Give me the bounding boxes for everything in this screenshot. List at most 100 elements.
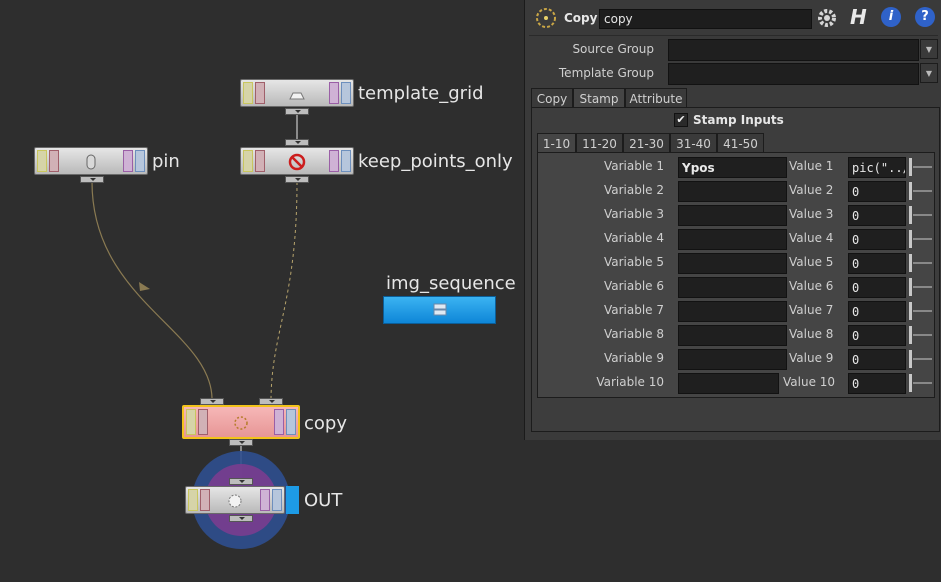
variable-label: Variable 6 [603,279,664,293]
variable-field[interactable] [678,349,787,370]
source-group-field[interactable] [668,39,919,61]
value-label: Value 5 [789,255,834,269]
value-field[interactable]: 0 [848,349,906,370]
value-slider[interactable] [908,325,932,345]
node-out[interactable] [185,486,285,514]
value-field[interactable]: 0 [848,205,906,226]
value-slider[interactable] [908,349,932,369]
value-field[interactable]: 0 [848,181,906,202]
subtab-41-50[interactable]: 41-50 [717,133,764,153]
output-port[interactable] [80,176,104,183]
variable-field[interactable] [678,253,787,274]
node-img-sequence[interactable] [383,296,496,324]
source-group-dropdown[interactable]: ▼ [920,39,938,59]
subtab-11-20[interactable]: 11-20 [576,133,623,153]
tab-stamp[interactable]: Stamp [573,88,625,108]
wire-pin-to-copy [91,181,213,399]
slider-track [913,310,932,312]
slider-track [913,358,932,360]
slider-track [913,262,932,264]
node-label-pin[interactable]: pin [152,151,180,172]
value-label: Value 8 [789,327,834,341]
output-port[interactable] [229,515,253,522]
variable-label: Variable 10 [596,375,664,389]
input-port[interactable] [229,478,253,485]
value-field[interactable]: 0 [848,277,906,298]
variable-field[interactable] [678,301,787,322]
template-group-dropdown[interactable]: ▼ [920,63,938,83]
variable-field[interactable] [678,373,779,394]
variable-field[interactable] [678,181,787,202]
variable-field[interactable]: Ypos [678,157,787,178]
display-flag[interactable] [286,486,299,514]
value-label: Value 9 [789,351,834,365]
slider-track [913,238,932,240]
node-template-grid[interactable] [240,79,354,107]
value-slider[interactable] [908,301,932,321]
variable-label: Variable 8 [603,327,664,341]
variable-label: Variable 1 [603,159,664,173]
variable-field[interactable] [678,325,787,346]
node-pin[interactable] [34,147,148,175]
node-keep-points-only[interactable] [240,147,354,175]
houdini-icon[interactable]: H [850,5,872,31]
variable-field[interactable] [678,229,787,250]
slider-track [913,190,932,192]
output-port[interactable] [229,439,253,446]
input-port[interactable] [259,398,283,405]
value-slider[interactable] [908,181,932,201]
template-group-field[interactable] [668,63,919,85]
info-icon[interactable]: i [881,7,901,27]
node-label-img-sequence[interactable]: img_sequence [386,273,516,294]
subtab-31-40[interactable]: 31-40 [670,133,717,153]
value-slider[interactable] [908,205,932,225]
slider-track [913,214,932,216]
value-field[interactable]: 0 [848,325,906,346]
header-divider [529,35,938,36]
variable-label: Variable 7 [603,303,664,317]
input-port[interactable] [200,398,224,405]
variable-label: Variable 3 [603,207,664,221]
node-label-out[interactable]: OUT [304,490,342,511]
value-field[interactable]: 0 [848,301,906,322]
variable-label: Variable 2 [603,183,664,197]
variable-field[interactable] [678,277,787,298]
node-type-icon[interactable] [534,6,560,32]
value-field[interactable]: 0 [848,253,906,274]
subtab-1-10[interactable]: 1-10 [537,133,576,153]
node-copy[interactable] [182,405,300,439]
value-label: Value 2 [789,183,834,197]
output-port[interactable] [285,108,309,115]
value-label: Value 3 [789,207,834,221]
tab-copy[interactable]: Copy [531,88,573,108]
stamp-inputs-checkbox[interactable]: ✔ [674,113,688,127]
help-icon[interactable]: ? [915,7,935,27]
value-slider[interactable] [908,229,932,249]
stamp-inputs-label: Stamp Inputs [693,113,784,127]
subtab-21-30[interactable]: 21-30 [623,133,670,153]
node-label-template-grid[interactable]: template_grid [358,83,484,104]
wire-keep-to-copy [270,181,298,399]
gear-icon[interactable] [816,7,840,31]
template-group-label: Template Group [558,66,654,80]
slider-track [913,334,932,336]
node-label-keep-points-only[interactable]: keep_points_only [358,151,513,172]
node-label-copy[interactable]: copy [304,413,347,434]
variable-field[interactable] [678,205,787,226]
variable-label: Variable 5 [603,255,664,269]
value-slider[interactable] [908,253,932,273]
value-slider[interactable] [908,157,932,177]
pin-icon [81,152,101,172]
tab-attribute[interactable]: Attribute [625,88,687,108]
input-port[interactable] [285,139,309,146]
value-field[interactable]: pic("../ [848,157,906,178]
output-port[interactable] [285,176,309,183]
value-field[interactable]: 0 [848,229,906,250]
source-group-label: Source Group [572,42,654,56]
no-entry-icon [287,152,307,172]
value-field[interactable]: 0 [848,373,906,394]
value-label: Value 1 [789,159,834,173]
value-slider[interactable] [908,373,932,393]
node-name-field[interactable]: copy [599,9,812,29]
value-slider[interactable] [908,277,932,297]
